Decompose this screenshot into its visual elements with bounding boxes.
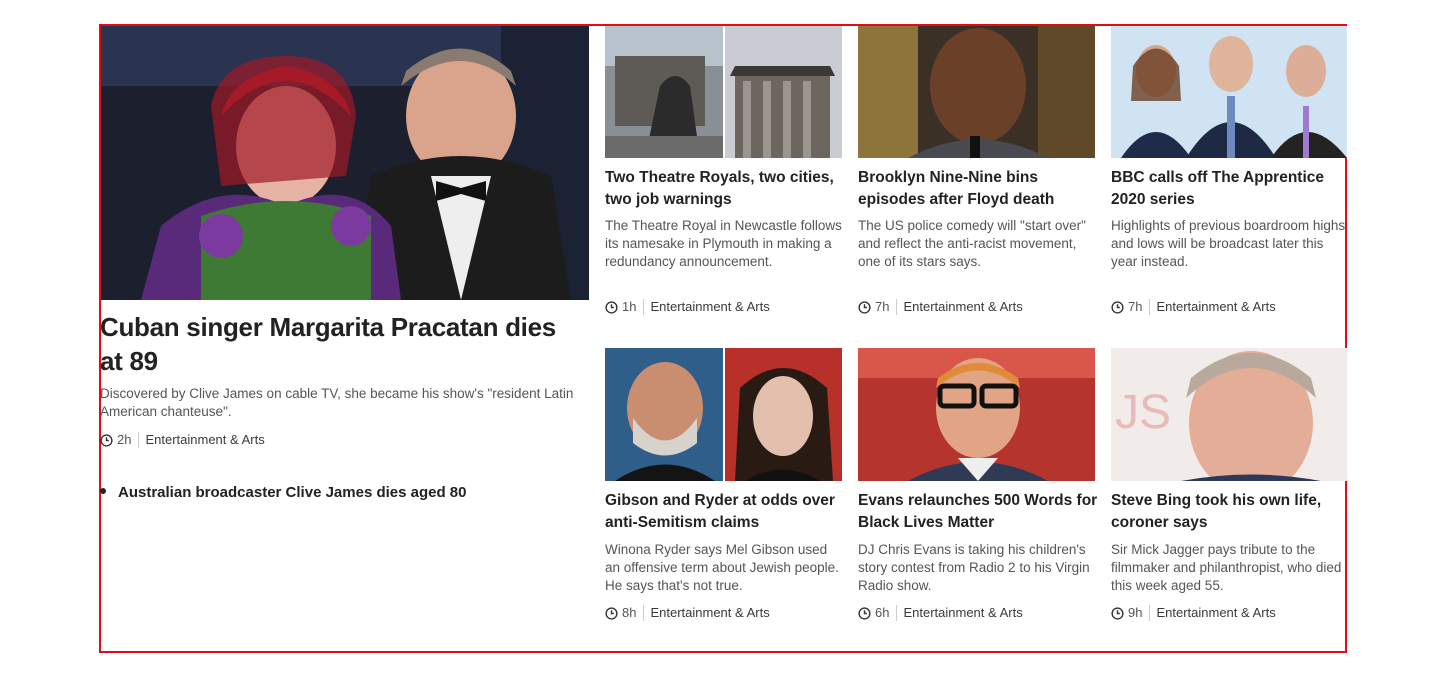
- story-summary: DJ Chris Evans is taking his children's …: [858, 542, 1090, 593]
- meta-divider: [1149, 299, 1151, 315]
- story-headline[interactable]: BBC calls off The Apprentice 2020 series: [1111, 167, 1347, 211]
- story-meta: 8h Entertainment & Arts: [605, 605, 770, 621]
- meta-divider: [643, 605, 645, 621]
- story-meta: 6h Entertainment & Arts: [858, 605, 1023, 621]
- story-headline[interactable]: Brooklyn Nine-Nine bins episodes after F…: [858, 167, 1098, 211]
- story-summary: The Theatre Royal in Newcastle follows i…: [605, 218, 842, 269]
- clock-icon: [858, 606, 871, 620]
- story-headline[interactable]: Gibson and Ryder at odds over anti-Semit…: [605, 490, 845, 534]
- meta-divider: [1149, 605, 1151, 621]
- story-summary: Highlights of previous boardroom highs a…: [1111, 218, 1346, 269]
- clock-icon: [1111, 300, 1124, 314]
- story-image-brooklyn-nine-nine[interactable]: [858, 26, 1095, 158]
- story-summary: Winona Ryder says Mel Gibson used an off…: [605, 542, 839, 593]
- related-story-label[interactable]: Australian broadcaster Clive James dies …: [118, 484, 467, 501]
- timestamp: 6h: [875, 605, 890, 620]
- story-headline[interactable]: Steve Bing took his own life, coroner sa…: [1111, 490, 1347, 534]
- story-meta: 9h Entertainment & Arts: [1111, 605, 1276, 621]
- section-link[interactable]: Entertainment & Arts: [650, 299, 769, 315]
- timestamp: 1h: [622, 299, 637, 314]
- story-image-chris-evans[interactable]: [858, 348, 1095, 481]
- section-link[interactable]: Entertainment & Arts: [903, 299, 1022, 315]
- story-summary: The US police comedy will "start over" a…: [858, 218, 1086, 269]
- section-link[interactable]: Entertainment & Arts: [1156, 299, 1275, 315]
- story-meta: 7h Entertainment & Arts: [858, 299, 1023, 315]
- lead-story-image[interactable]: [101, 26, 589, 300]
- related-story-link[interactable]: Australian broadcaster Clive James dies …: [100, 484, 467, 501]
- meta-divider: [896, 299, 898, 315]
- lead-story-headline[interactable]: Cuban singer Margarita Pracatan dies at …: [100, 310, 580, 378]
- story-headline[interactable]: Evans relaunches 500 Words for Black Liv…: [858, 490, 1098, 534]
- section-link[interactable]: Entertainment & Arts: [145, 432, 264, 448]
- meta-divider: [138, 432, 140, 448]
- story-image-theatre-royals[interactable]: [605, 26, 842, 158]
- story-headline[interactable]: Two Theatre Royals, two cities, two job …: [605, 167, 845, 211]
- story-image-gibson-ryder[interactable]: [605, 348, 842, 481]
- story-meta: 1h Entertainment & Arts: [605, 299, 770, 315]
- story-image-apprentice[interactable]: [1111, 26, 1347, 158]
- section-link[interactable]: Entertainment & Arts: [903, 605, 1022, 621]
- meta-divider: [643, 299, 645, 315]
- clock-icon: [605, 300, 618, 314]
- timestamp: 7h: [1128, 299, 1143, 314]
- lead-story-meta: 2h Entertainment & Arts: [100, 432, 265, 448]
- meta-divider: [896, 605, 898, 621]
- clock-icon: [1111, 606, 1124, 620]
- clock-icon: [100, 433, 113, 447]
- story-summary: Sir Mick Jagger pays tribute to the film…: [1111, 542, 1342, 593]
- timestamp: 7h: [875, 299, 890, 314]
- section-link[interactable]: Entertainment & Arts: [650, 605, 769, 621]
- story-meta: 7h Entertainment & Arts: [1111, 299, 1276, 315]
- timestamp: 8h: [622, 605, 637, 620]
- clock-icon: [605, 606, 618, 620]
- timestamp: 2h: [117, 432, 132, 447]
- svg-text:JS: JS: [1115, 386, 1171, 439]
- lead-story-summary: Discovered by Clive James on cable TV, s…: [100, 386, 574, 419]
- story-image-steve-bing[interactable]: JS: [1111, 348, 1347, 481]
- section-link[interactable]: Entertainment & Arts: [1156, 605, 1275, 621]
- bullet-icon: [100, 487, 106, 494]
- timestamp: 9h: [1128, 605, 1143, 620]
- clock-icon: [858, 300, 871, 314]
